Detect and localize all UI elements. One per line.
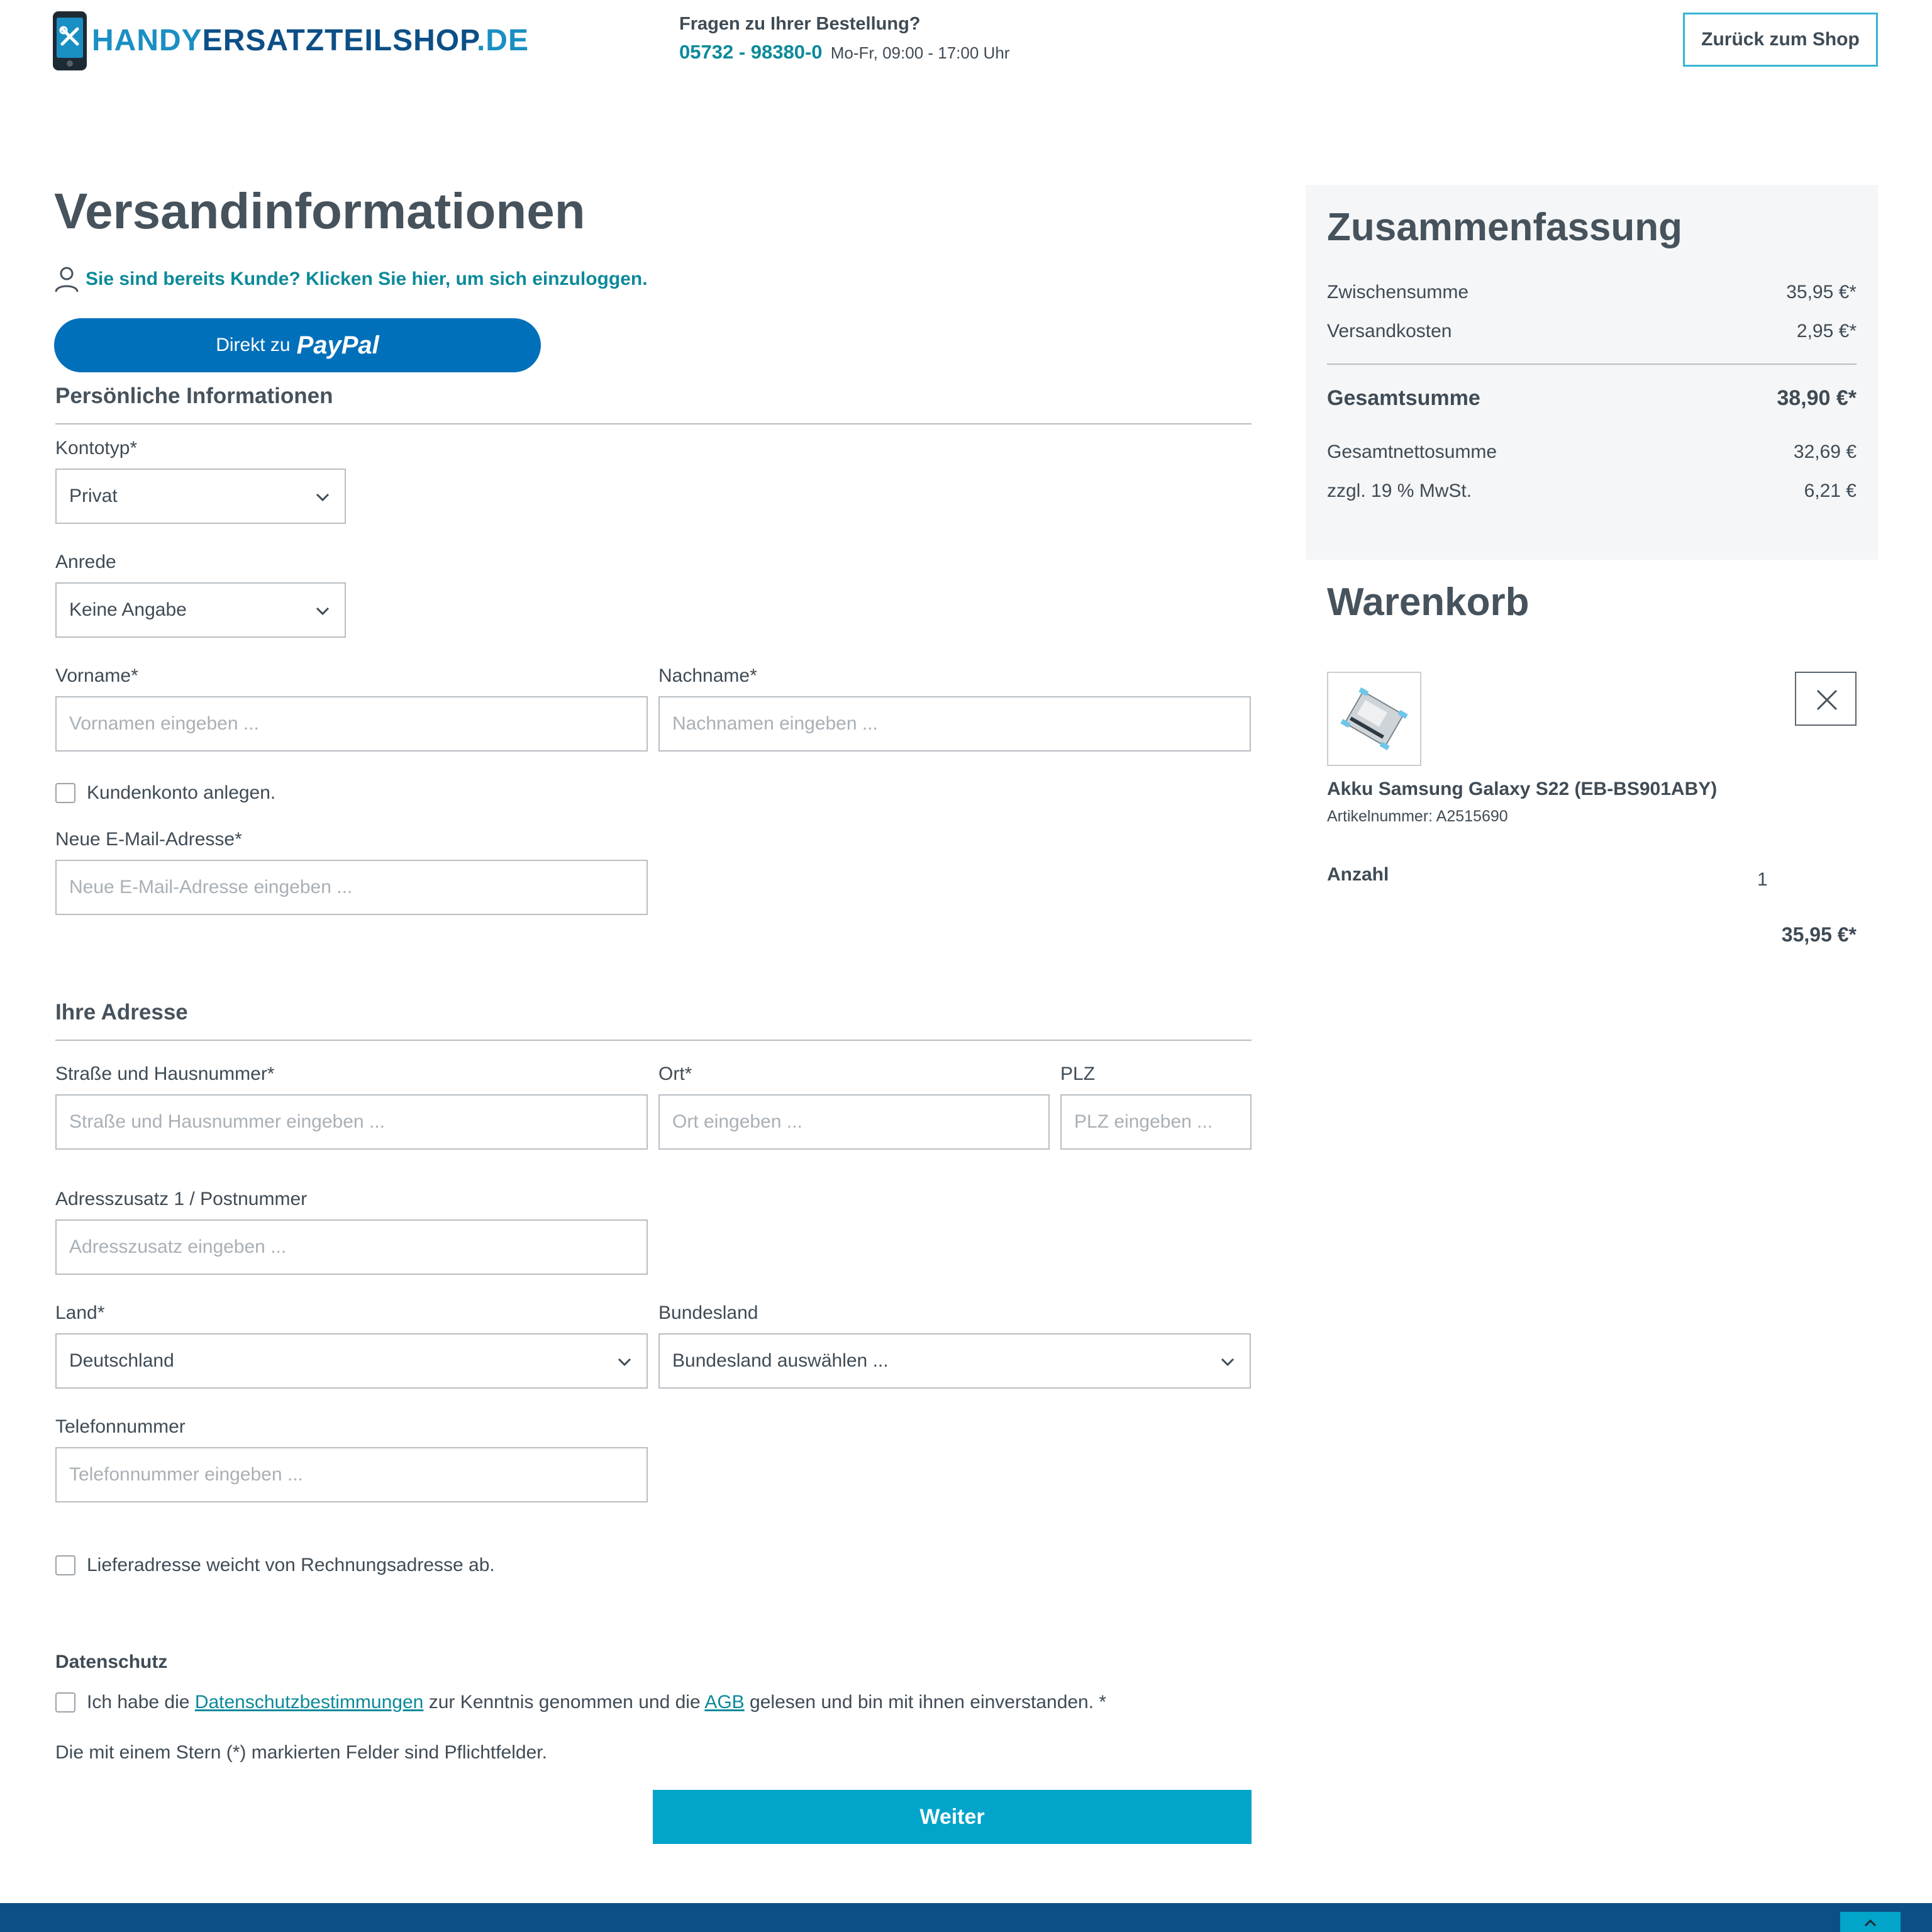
privacy-heading: Datenschutz — [55, 1652, 168, 1672]
address-heading: Ihre Adresse — [55, 1000, 188, 1024]
summary-title: Zusammenfassung — [1327, 206, 1683, 249]
summary-divider — [1327, 364, 1857, 365]
lastname-label: Nachname* — [658, 665, 757, 686]
privacy-consent-row[interactable]: Ich habe die Datenschutzbestimmungen zur… — [55, 1692, 1106, 1713]
product-name[interactable]: Akku Samsung Galaxy S22 (EB-BS901ABY) — [1327, 779, 1717, 800]
login-prompt[interactable]: Sie sind bereits Kunde? Klicken Sie hier… — [54, 265, 648, 293]
remove-item-button[interactable] — [1795, 672, 1857, 726]
phone-tools-icon — [53, 11, 87, 70]
create-account-row[interactable]: Kundenkonto anlegen. — [55, 782, 275, 804]
total-row: Gesamtsumme 38,90 €* — [1327, 386, 1857, 410]
firstname-input[interactable] — [55, 696, 648, 752]
salutation-label: Anrede — [55, 552, 116, 572]
product-image[interactable] — [1327, 672, 1421, 766]
contact-hours: Mo-Fr, 09:00 - 17:00 Uhr — [830, 43, 1010, 62]
zip-label: PLZ — [1060, 1063, 1096, 1084]
required-fields-note: Die mit einem Stern (*) markierten Felde… — [55, 1742, 547, 1763]
salutation-select[interactable]: Keine Angabe — [55, 582, 346, 638]
create-account-checkbox[interactable] — [55, 783, 75, 803]
email-label: Neue E-Mail-Adresse* — [55, 829, 242, 850]
logo-text: HANDYERSATZTEILSHOP.DE — [92, 24, 529, 57]
firstname-label: Vorname* — [55, 665, 138, 686]
login-link[interactable]: Sie sind bereits Kunde? Klicken Sie hier… — [86, 269, 648, 290]
account-type-select[interactable]: Privat — [55, 469, 346, 524]
chevron-down-icon — [1221, 1358, 1235, 1367]
different-shipping-row[interactable]: Lieferadresse weicht von Rechnungsadress… — [55, 1555, 495, 1576]
chevron-down-icon — [316, 607, 330, 616]
account-type-label: Kontotyp* — [55, 438, 138, 458]
continue-button[interactable]: Weiter — [653, 1790, 1252, 1844]
state-label: Bundesland — [658, 1302, 758, 1323]
back-to-shop-button[interactable]: Zurück zum Shop — [1683, 13, 1878, 67]
email-input[interactable] — [55, 860, 648, 915]
user-icon — [55, 267, 79, 292]
paypal-logo: PayPal — [296, 331, 379, 359]
cart-title: Warenkorb — [1327, 580, 1530, 624]
page-title: Versandinformationen — [54, 183, 586, 239]
privacy-policy-link[interactable]: Datenschutzbestimmungen — [195, 1692, 424, 1713]
different-shipping-label: Lieferadresse weicht von Rechnungsadress… — [87, 1555, 495, 1575]
vat-row: zzgl. 19 % MwSt. 6,21 € — [1327, 480, 1857, 501]
address-addition-input[interactable] — [55, 1219, 648, 1275]
zip-input[interactable] — [1060, 1094, 1252, 1150]
footer — [0, 1903, 1932, 1932]
privacy-consent-text: Ich habe die Datenschutzbestimmungen zur… — [87, 1692, 1107, 1713]
lastname-input[interactable] — [658, 696, 1251, 752]
product-price: 35,95 €* — [1781, 923, 1857, 946]
create-account-label: Kundenkonto anlegen. — [87, 782, 276, 803]
personal-info-heading: Persönliche Informationen — [55, 384, 333, 408]
shipping-row: Versandkosten 2,95 €* — [1327, 321, 1857, 341]
different-shipping-checkbox[interactable] — [55, 1555, 75, 1575]
scroll-to-top-button[interactable] — [1840, 1912, 1901, 1932]
state-select[interactable]: Bundesland auswählen ... — [658, 1333, 1251, 1389]
address-addition-label: Adresszusatz 1 / Postnummer — [55, 1189, 308, 1209]
contact-info: Fragen zu Ihrer Bestellung? 05732 - 9838… — [679, 14, 1009, 64]
country-select[interactable]: Deutschland — [55, 1333, 648, 1389]
phone-label: Telefonnummer — [55, 1416, 186, 1437]
chevron-down-icon — [316, 493, 330, 502]
city-input[interactable] — [658, 1094, 1050, 1150]
section-divider — [55, 423, 1252, 425]
chevron-up-icon — [1864, 1919, 1877, 1927]
privacy-consent-checkbox[interactable] — [55, 1692, 75, 1713]
subtotal-row: Zwischensumme 35,95 €* — [1327, 282, 1857, 303]
quantity-value: 1 — [1757, 869, 1768, 890]
country-label: Land* — [55, 1302, 105, 1323]
phone-input[interactable] — [55, 1447, 648, 1502]
street-label: Straße und Hausnummer* — [55, 1063, 275, 1084]
net-total-row: Gesamtnettosumme 32,69 € — [1327, 441, 1857, 462]
city-label: Ort* — [658, 1063, 692, 1084]
paypal-express-button[interactable]: Direkt zu PayPal — [54, 318, 541, 372]
street-input[interactable] — [55, 1094, 648, 1150]
contact-phone[interactable]: 05732 - 98380-0 — [679, 41, 823, 63]
chevron-down-icon — [618, 1358, 631, 1367]
quantity-label: Anzahl — [1327, 864, 1389, 885]
product-sku: Artikelnummer: A2515690 — [1327, 808, 1508, 825]
section-divider — [55, 1040, 1252, 1041]
shop-logo[interactable]: HANDYERSATZTEILSHOP.DE — [53, 11, 529, 70]
agb-link[interactable]: AGB — [704, 1692, 744, 1713]
close-icon — [1816, 689, 1838, 711]
contact-question: Fragen zu Ihrer Bestellung? — [679, 14, 921, 34]
